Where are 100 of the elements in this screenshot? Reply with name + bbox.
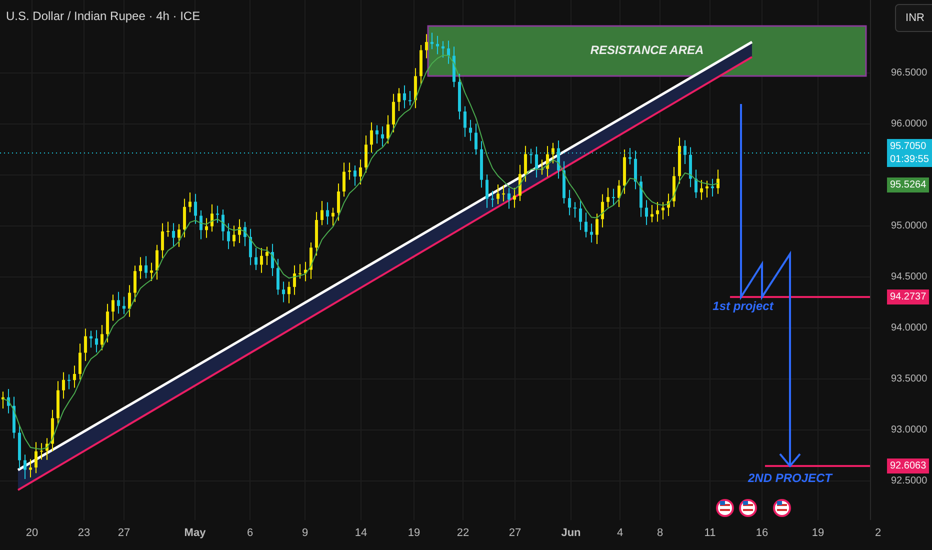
- candle: [95, 330, 98, 353]
- candle: [298, 264, 302, 280]
- time-tick: 16: [756, 527, 768, 539]
- price-tag: 95.5264: [887, 178, 930, 192]
- candle: [144, 256, 148, 279]
- candle: [282, 281, 285, 303]
- candle: [524, 145, 527, 182]
- candle: [562, 160, 566, 204]
- flag-icon[interactable]: [739, 499, 757, 517]
- candle: [716, 169, 720, 194]
- candle: [161, 222, 164, 259]
- candle: [166, 221, 170, 238]
- time-tick: 6: [246, 527, 254, 539]
- candle: [266, 246, 268, 266]
- candle: [332, 207, 334, 226]
- candle: [172, 222, 175, 246]
- candle: [656, 202, 659, 222]
- candle: [584, 212, 588, 238]
- candle: [134, 265, 136, 302]
- time-tick: Jun: [561, 527, 581, 539]
- time-tick: 22: [456, 527, 470, 539]
- candle: [2, 391, 4, 410]
- candle: [68, 374, 70, 390]
- candle: [672, 166, 676, 208]
- time-tick: 2: [874, 527, 882, 539]
- candle: [364, 134, 368, 174]
- candle: [496, 184, 500, 205]
- candle: [568, 189, 571, 216]
- candle: [117, 291, 120, 314]
- candle: [601, 194, 604, 228]
- candle: [392, 93, 395, 133]
- candle: [244, 221, 246, 247]
- time-tick: 8: [656, 527, 664, 539]
- candle: [188, 192, 192, 213]
- time-tick: 27: [118, 527, 130, 539]
- time-tick: 20: [26, 527, 38, 539]
- currency-button[interactable]: INR: [895, 4, 932, 32]
- candle: [78, 343, 82, 380]
- candle: [112, 294, 114, 322]
- candle: [486, 174, 488, 208]
- candle: [348, 162, 351, 180]
- candle: [694, 169, 698, 198]
- candle: [667, 193, 670, 216]
- candle: [403, 84, 406, 109]
- candle: [540, 159, 544, 176]
- candle: [271, 243, 274, 276]
- candle: [128, 284, 131, 318]
- candle: [354, 164, 356, 186]
- price-tag: 92.6063: [887, 458, 930, 474]
- candle: [320, 200, 324, 226]
- candle: [606, 187, 610, 208]
- candle: [711, 178, 714, 198]
- price-tag: 94.2737: [887, 290, 930, 304]
- candle: [249, 228, 252, 266]
- candle: [293, 264, 296, 296]
- candle: [650, 204, 654, 223]
- price-tick: 94.5000: [891, 272, 928, 282]
- price-tick: 96.5000: [891, 68, 928, 78]
- candle: [662, 202, 664, 220]
- candle: [156, 244, 158, 280]
- candle: [546, 146, 549, 178]
- chart-title: U.S. Dollar / Indian Rupee · 4h · ICE: [6, 9, 200, 23]
- candle: [469, 119, 472, 142]
- candle: [40, 442, 43, 460]
- candle: [612, 188, 615, 206]
- candle: [370, 122, 373, 154]
- candle: [634, 150, 637, 190]
- candle: [315, 211, 318, 256]
- candle: [420, 44, 422, 86]
- projection-label: 1st project: [712, 299, 774, 313]
- time-tick: 11: [704, 527, 716, 539]
- candle: [442, 40, 444, 58]
- candle: [381, 126, 384, 147]
- candle: [46, 438, 48, 460]
- candle: [51, 409, 54, 452]
- candle: [552, 142, 554, 164]
- candle: [425, 34, 428, 59]
- candle: [414, 68, 417, 109]
- flag-icon[interactable]: [773, 499, 791, 517]
- candle: [640, 176, 642, 218]
- candle: [178, 224, 180, 248]
- candle: [430, 32, 434, 50]
- candle: [689, 146, 692, 188]
- candle: [12, 396, 16, 439]
- candle: [227, 222, 230, 250]
- candle: [458, 73, 461, 120]
- price-tag: 95.7050 01:39:55: [887, 139, 932, 167]
- candle: [183, 198, 186, 238]
- flag-icon[interactable]: [716, 499, 734, 517]
- candle: [73, 365, 76, 388]
- candle: [216, 205, 219, 224]
- candle: [194, 193, 197, 224]
- candle: [222, 208, 224, 241]
- candle: [623, 149, 626, 194]
- candle: [491, 190, 494, 208]
- candle: [408, 90, 412, 106]
- time-tick: 27: [508, 527, 522, 539]
- projection-label: 2ND PROJECT: [748, 471, 832, 485]
- price-tick: 92.5000: [891, 476, 928, 486]
- candle: [535, 146, 538, 178]
